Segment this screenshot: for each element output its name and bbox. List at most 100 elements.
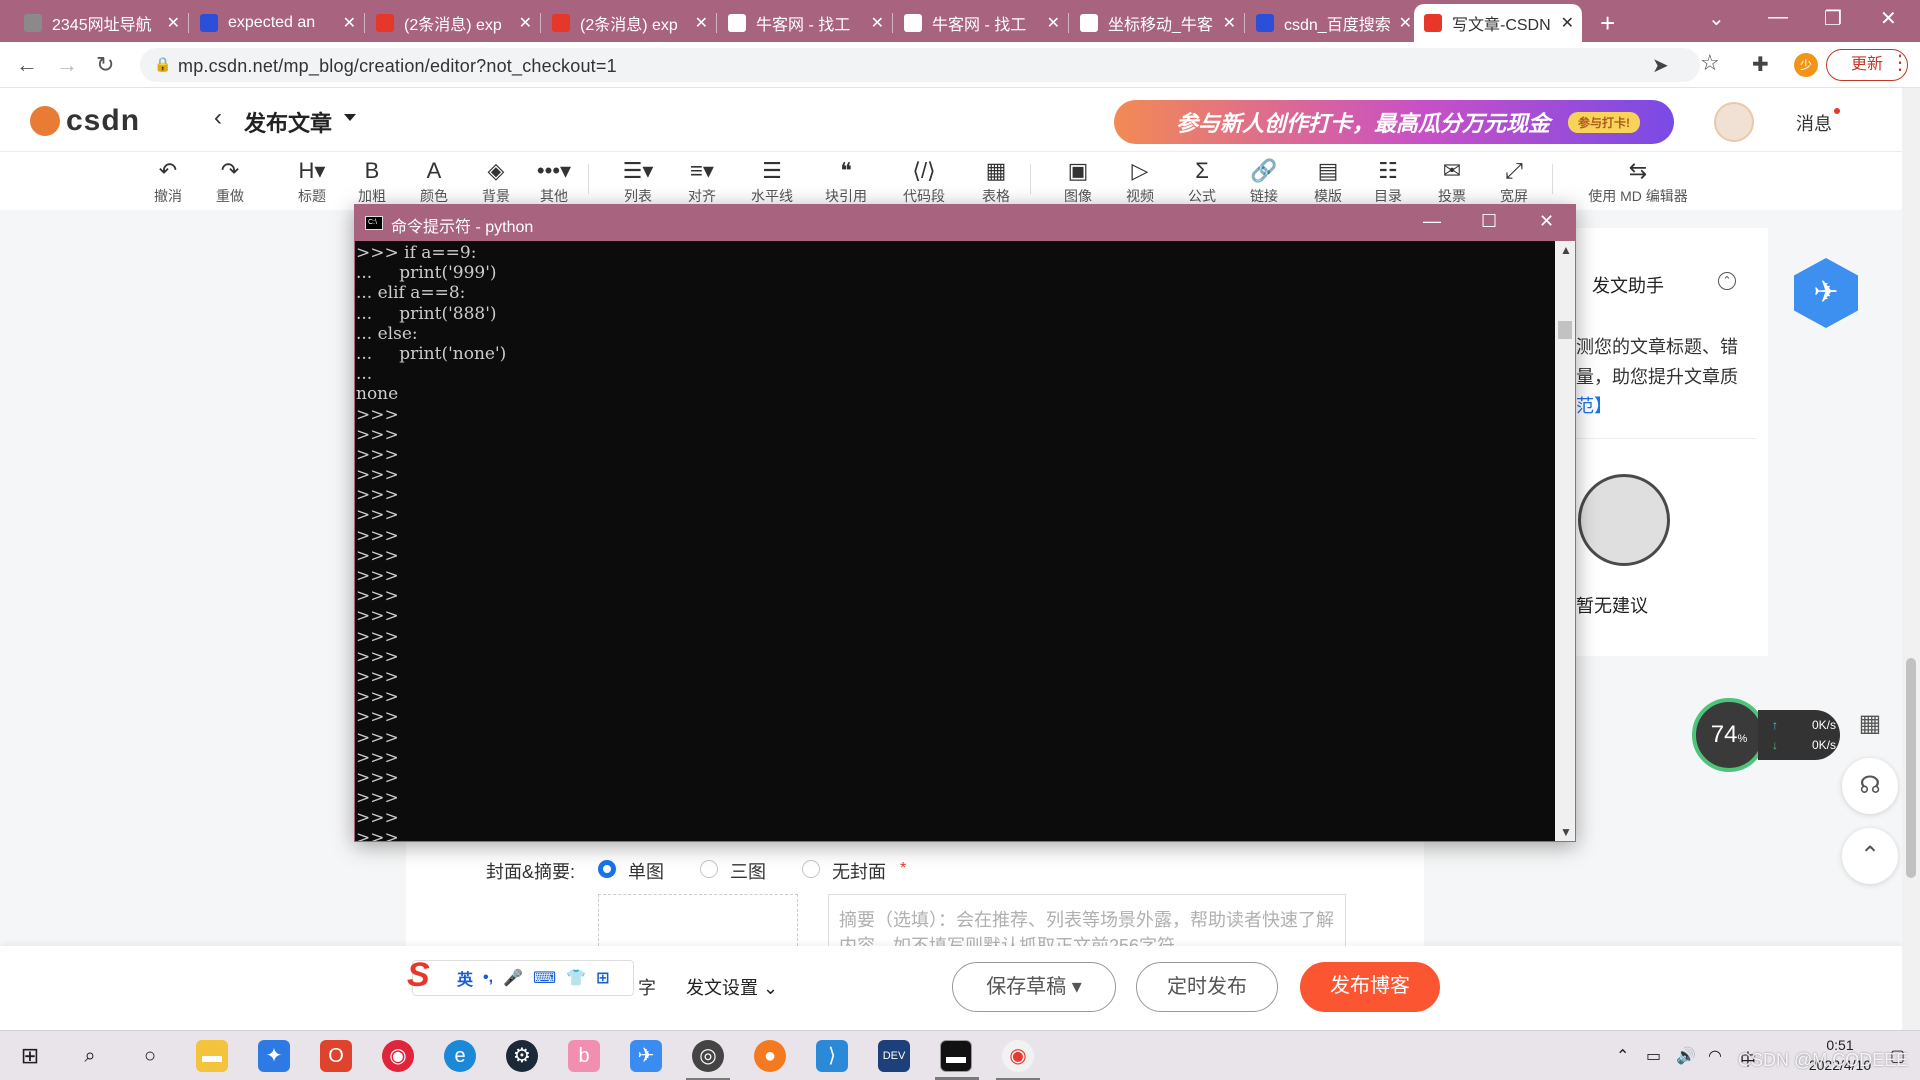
toolbar-item[interactable]: ☰▾ 列表 [608, 156, 668, 206]
browser-menu-icon[interactable]: ⋮ [1890, 50, 1910, 75]
toolbar-item[interactable]: ▤ 模版 [1298, 156, 1358, 206]
collapse-up-icon[interactable]: ⌃ [1718, 272, 1736, 290]
dev-cpp-icon[interactable]: DEV [878, 1040, 910, 1072]
md-editor-switch[interactable]: ⇆ 使用 MD 编辑器 [1568, 156, 1708, 206]
ime-punct-icon[interactable]: •, [483, 969, 493, 987]
toolbar-item[interactable]: B 加粗 [342, 156, 402, 206]
tray-chevron-icon[interactable]: ⌃ [1616, 1046, 1629, 1066]
cmd-scroll-thumb[interactable] [1558, 321, 1572, 339]
close-window-button[interactable]: ✕ [1880, 6, 1897, 31]
feishu-bird-icon[interactable]: ✈ [630, 1040, 662, 1072]
toolbar-item[interactable]: ▦ 表格 [966, 156, 1026, 206]
sogou-ime-toolbar[interactable]: S 英 •, 🎤 ⌨ 👕 ⊞ [407, 956, 634, 996]
publish-blog-button[interactable]: 发布博客 [1300, 962, 1440, 1012]
tab-close-icon[interactable]: ✕ [695, 13, 708, 33]
tab-close-icon[interactable]: ✕ [519, 13, 532, 33]
back-chevron-icon[interactable]: ‹ [214, 104, 222, 132]
page-scrollbar[interactable] [1902, 88, 1920, 1030]
steam-icon[interactable]: ⚙ [506, 1040, 538, 1072]
cmd-taskbar-icon[interactable]: ▬ [935, 1040, 979, 1080]
lark-app-icon[interactable]: ✦ [258, 1040, 290, 1072]
restore-button[interactable]: ❐ [1824, 6, 1842, 31]
cover-triple-label[interactable]: 三图 [730, 858, 766, 884]
toolbar-item[interactable]: ◈ 背景 [466, 156, 526, 206]
browser-tab[interactable]: 牛客网 - 找工 ✕ [894, 4, 1069, 42]
toolbar-item[interactable]: ▷ 视频 [1110, 156, 1170, 206]
cover-single-label[interactable]: 单图 [628, 858, 664, 884]
page-scroll-thumb[interactable] [1906, 658, 1916, 878]
tab-close-icon[interactable]: ✕ [1047, 13, 1060, 33]
windows-start-icon[interactable]: ⊞ [14, 1040, 46, 1072]
browser-tab[interactable]: expected an ✕ [190, 4, 365, 42]
cmd-window[interactable]: C:\ 命令提示符 - python — ☐ ✕ >>> if a==9:...… [354, 204, 1576, 842]
csdn-logo[interactable]: csdn [30, 104, 140, 138]
caret-down-icon[interactable] [344, 114, 356, 121]
cmd-maximize-button[interactable]: ☐ [1481, 211, 1497, 232]
browser-tab[interactable]: 2345网址导航 ✕ [14, 4, 189, 42]
messages-link[interactable]: 消息 [1796, 110, 1832, 136]
abstract-textarea[interactable]: 摘要（选填）：会在推荐、列表等场景外露，帮助读者快速了解内容，如不填写则默认抓取… [828, 894, 1346, 946]
tab-close-icon[interactable]: ✕ [871, 13, 884, 33]
firefox-icon[interactable]: ● [754, 1040, 786, 1072]
tab-close-icon[interactable]: ✕ [1223, 13, 1236, 33]
obs-icon[interactable]: ◎ [686, 1040, 730, 1080]
user-avatar[interactable] [1714, 102, 1754, 142]
toolbar-item[interactable]: ▣ 图像 [1048, 156, 1108, 206]
bilibili-icon[interactable]: b [568, 1040, 600, 1072]
toolbar-item[interactable]: ⟨/⟩ 代码段 [894, 156, 954, 206]
tab-close-icon[interactable]: ✕ [1399, 13, 1412, 33]
promo-banner[interactable]: 参与新人创作打卡，最高瓜分万元现金 参与打卡! [1114, 100, 1674, 144]
toolbar-item[interactable]: •••▾ 其他 [524, 156, 584, 206]
cmd-console-output[interactable]: >>> if a==9:... print('999')... elif a==… [355, 241, 1553, 841]
file-explorer-icon[interactable]: ▬ [196, 1040, 228, 1072]
back-arrow-icon[interactable]: ← [16, 52, 38, 78]
chrome-icon[interactable]: ◉ [996, 1040, 1040, 1080]
send-icon[interactable]: ➤ [1652, 53, 1669, 78]
network-speed-widget[interactable]: 74% ↑ 0K/s ↓ 0K/s [1692, 698, 1842, 772]
cover-triple-radio[interactable] [700, 860, 718, 878]
search-icon[interactable]: ⌕ [74, 1040, 106, 1072]
page-title[interactable]: 发布文章 [244, 106, 332, 138]
browser-tab[interactable]: (2条消息) exp ✕ [366, 4, 541, 42]
minimize-button[interactable]: — [1768, 6, 1788, 29]
toolbar-item[interactable]: Σ 公式 [1172, 156, 1232, 206]
new-tab-button[interactable]: + [1600, 8, 1615, 39]
assistant-link[interactable]: 范】 [1576, 392, 1612, 418]
netease-music-icon[interactable]: ◉ [382, 1040, 414, 1072]
omnibox[interactable]: 🔒 mp.csdn.net/mp_blog/creation/editor?no… [140, 48, 1700, 82]
volume-icon[interactable]: 🔊 [1676, 1046, 1696, 1066]
forward-arrow-icon[interactable]: → [56, 52, 78, 78]
toolbar-item[interactable]: 🔗 链接 [1234, 156, 1294, 206]
publish-settings[interactable]: 发文设置 ⌄ [686, 974, 778, 1000]
browser-tab[interactable]: (2条消息) exp ✕ [542, 4, 717, 42]
task-view-icon[interactable]: ○ [134, 1040, 166, 1072]
url-text[interactable]: mp.csdn.net/mp_blog/creation/editor?not_… [178, 56, 617, 77]
office-icon[interactable]: O [320, 1040, 352, 1072]
toolbar-item[interactable]: ↷ 重做 [200, 156, 260, 206]
back-to-top-icon[interactable]: ⌃ [1842, 828, 1898, 884]
ime-skin-icon[interactable]: 👕 [566, 968, 586, 988]
ime-apps-icon[interactable]: ⊞ [596, 968, 609, 988]
qr-code-icon[interactable]: ▦ [1842, 696, 1898, 752]
save-draft-button[interactable]: 保存草稿 ▾ [952, 962, 1116, 1012]
cover-none-radio[interactable] [802, 860, 820, 878]
toolbar-item[interactable]: ☷ 目录 [1358, 156, 1418, 206]
vscode-icon[interactable]: ⟩ [816, 1040, 848, 1072]
toolbar-item[interactable]: ☰ 水平线 [742, 156, 802, 206]
tab-close-icon[interactable]: ✕ [343, 13, 356, 33]
wifi-icon[interactable]: ◠ [1708, 1046, 1722, 1066]
toolbar-item[interactable]: H▾ 标题 [282, 156, 342, 206]
toolbar-item[interactable]: A 颜色 [404, 156, 464, 206]
cmd-minimize-button[interactable]: — [1423, 211, 1441, 232]
edge-browser-icon[interactable]: e [444, 1040, 476, 1072]
tab-close-icon[interactable]: ✕ [1561, 13, 1574, 33]
ime-language[interactable]: 英 [457, 966, 473, 990]
cover-upload-box[interactable] [598, 894, 798, 946]
battery-icon[interactable]: ▭ [1646, 1046, 1661, 1066]
customer-service-headset-icon[interactable]: ☊ [1842, 758, 1898, 814]
toolbar-item[interactable]: ❝ 块引用 [816, 156, 876, 206]
cmd-close-button[interactable]: ✕ [1539, 211, 1554, 232]
toolbar-item[interactable]: ✉ 投票 [1422, 156, 1482, 206]
cover-none-label[interactable]: 无封面 [832, 858, 886, 884]
bookmark-star-icon[interactable]: ☆ [1700, 50, 1720, 76]
